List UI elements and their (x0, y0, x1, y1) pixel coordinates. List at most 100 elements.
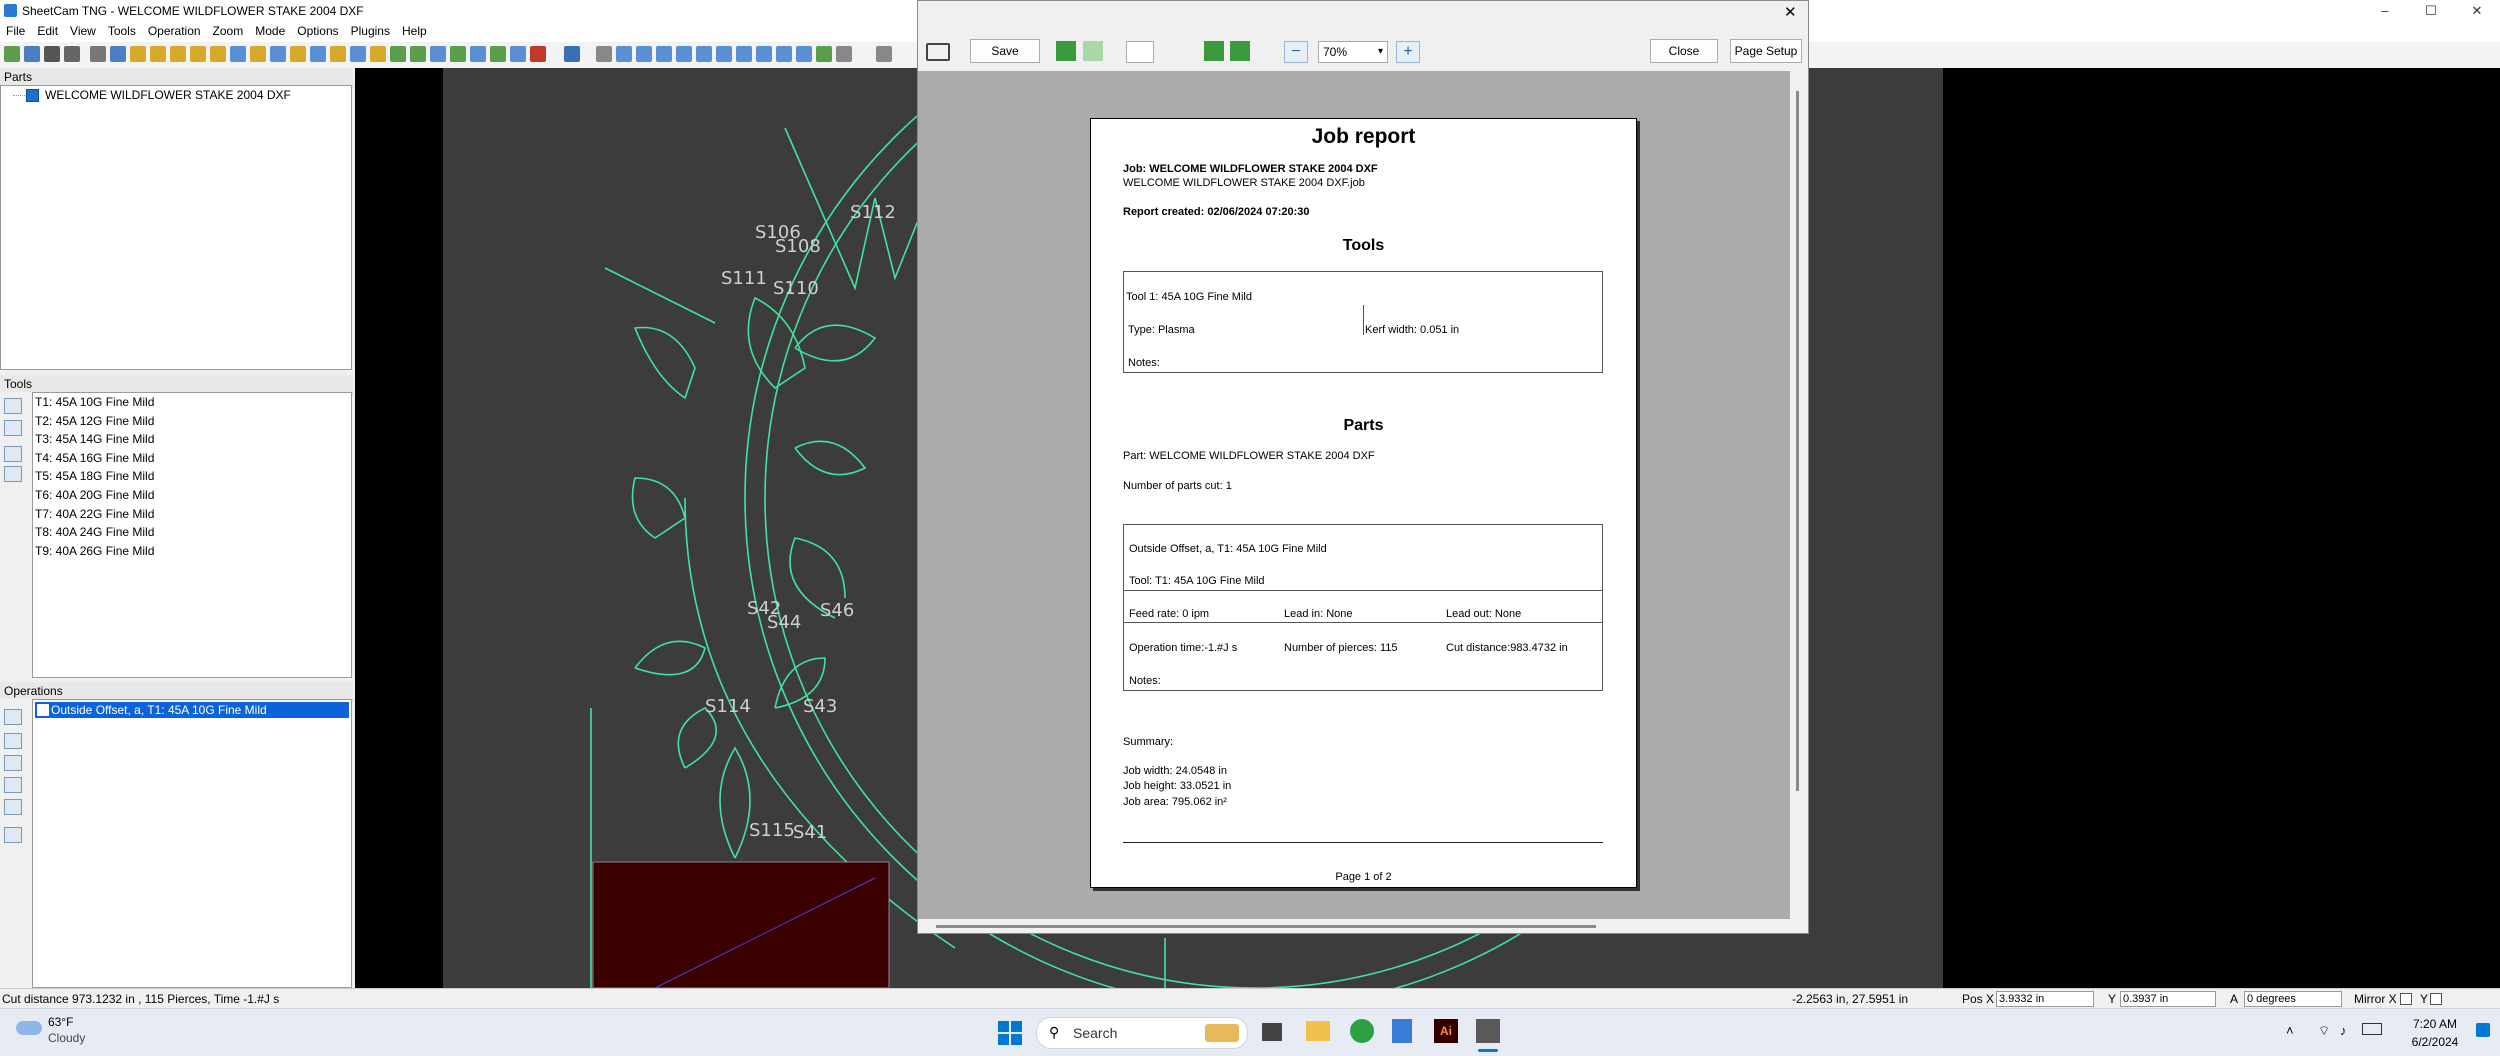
task-view-icon[interactable] (1262, 1023, 1282, 1041)
view-icon-7[interactable] (716, 46, 732, 62)
operation-checkbox[interactable] (37, 704, 49, 716)
operation-icon-9[interactable] (290, 46, 306, 62)
operation-icon-7[interactable] (250, 46, 266, 62)
add-tool-icon[interactable] (4, 398, 22, 414)
file-explorer-icon[interactable] (1306, 1021, 1330, 1041)
start-icon[interactable] (998, 1021, 1022, 1045)
view-icon-4[interactable] (656, 46, 672, 62)
menu-file[interactable]: File (0, 22, 31, 40)
operation-icon-15[interactable] (410, 46, 426, 62)
tool-item[interactable]: T2: 45A 12G Fine Mild (33, 412, 351, 431)
view-icon-10[interactable] (776, 46, 792, 62)
menu-plugins[interactable]: Plugins (345, 22, 396, 40)
edit-tool-icon[interactable] (4, 420, 22, 436)
new-icon[interactable] (4, 46, 20, 62)
menu-view[interactable]: View (64, 22, 102, 40)
operation-icon-6[interactable] (230, 46, 246, 62)
operation-icon-2[interactable] (150, 46, 166, 62)
previous-page-icon[interactable] (1083, 41, 1103, 61)
minimize-button[interactable]: – (2362, 0, 2408, 22)
view-icon-2[interactable] (616, 46, 632, 62)
tool-table-icon[interactable] (4, 446, 22, 462)
illustrator-icon[interactable]: Ai (1434, 1019, 1458, 1043)
view-icon-5[interactable] (676, 46, 692, 62)
clock-time[interactable]: 7:20 AM (2395, 1017, 2475, 1031)
operation-icon-13[interactable] (370, 46, 386, 62)
operation-icon-5[interactable] (210, 46, 226, 62)
view-icon-6[interactable] (696, 46, 712, 62)
tool-item[interactable]: T8: 40A 24G Fine Mild (33, 523, 351, 542)
operation-icon-14[interactable] (390, 46, 406, 62)
tool-item[interactable]: T1: 45A 10G Fine Mild (33, 393, 351, 412)
chevron-up-icon[interactable]: ˄ (2286, 1023, 2294, 1038)
operation-item-selected[interactable]: Outside Offset, a, T1: 45A 10G Fine Mild (35, 702, 349, 718)
operation-move-icon[interactable] (4, 799, 22, 815)
close-window-button[interactable]: ✕ (2454, 0, 2500, 22)
next-page-icon[interactable] (1204, 41, 1224, 61)
operation-icon-1[interactable] (130, 46, 146, 62)
print-icon[interactable] (64, 46, 80, 62)
mirror-y-checkbox[interactable] (2430, 993, 2442, 1005)
tool-item[interactable]: T3: 45A 14G Fine Mild (33, 430, 351, 449)
scrollbar-thumb[interactable] (1796, 91, 1799, 791)
edit-operation-icon[interactable] (4, 733, 22, 749)
view-icon-11[interactable] (796, 46, 812, 62)
page-number-input[interactable] (1126, 41, 1154, 63)
chrome-icon[interactable] (1350, 1019, 1374, 1043)
menu-options[interactable]: Options (291, 22, 344, 40)
tool-item[interactable]: T6: 40A 20G Fine Mild (33, 486, 351, 505)
print-icon[interactable] (926, 43, 950, 61)
operation-icon-10[interactable] (310, 46, 326, 62)
clock-date[interactable]: 6/2/2024 (2395, 1035, 2475, 1049)
operation-icon-4[interactable] (190, 46, 206, 62)
weather-temp[interactable]: 63°F (48, 1015, 73, 1029)
pos-x-input[interactable]: 3.9332 in (1996, 991, 2094, 1007)
pos-y-input[interactable]: 0.3937 in (2120, 991, 2216, 1007)
menu-edit[interactable]: Edit (31, 22, 64, 40)
taskbar-search[interactable]: ⚲ Search (1036, 1017, 1248, 1049)
calculator-icon[interactable] (90, 46, 106, 62)
calculator-icon[interactable] (1392, 1019, 1412, 1043)
view-icon-9[interactable] (756, 46, 772, 62)
part-checkbox[interactable] (26, 89, 39, 102)
view-icon-13[interactable] (836, 46, 852, 62)
operation-icon-16[interactable] (430, 46, 446, 62)
menu-help[interactable]: Help (396, 22, 433, 40)
tool-item[interactable]: T5: 45A 18G Fine Mild (33, 467, 351, 486)
h-scrollbar-thumb[interactable] (936, 925, 1596, 928)
close-button[interactable]: Close (1650, 39, 1718, 63)
horizontal-scrollbar[interactable] (918, 919, 1790, 933)
view-icon-1[interactable] (596, 46, 612, 62)
operation-icon-19[interactable] (490, 46, 506, 62)
mirror-x-checkbox[interactable] (2400, 993, 2412, 1005)
save-icon[interactable] (44, 46, 60, 62)
operation-table-icon[interactable] (4, 827, 22, 843)
zoom-icon[interactable] (876, 46, 892, 62)
wifi-icon[interactable]: ⌔ (2318, 1023, 2330, 1039)
zoom-select[interactable]: 70% ▾ (1318, 41, 1388, 63)
part-item[interactable]: WELCOME WILDFLOWER STAKE 2004 DXF (1, 86, 351, 104)
first-page-icon[interactable] (1056, 41, 1076, 61)
operation-icon-8[interactable] (270, 46, 286, 62)
view-icon-12[interactable] (816, 46, 832, 62)
post-process-icon[interactable] (110, 46, 126, 62)
menu-zoom[interactable]: Zoom (207, 22, 250, 40)
maximize-button[interactable]: ☐ (2408, 0, 2454, 22)
operation-icon-12[interactable] (350, 46, 366, 62)
save-button[interactable]: Save (970, 39, 1040, 63)
menu-mode[interactable]: Mode (249, 22, 291, 40)
operation-icon-11[interactable] (330, 46, 346, 62)
undo-icon[interactable] (564, 46, 580, 62)
tool-item[interactable]: T7: 40A 22G Fine Mild (33, 505, 351, 524)
view-icon-3[interactable] (636, 46, 652, 62)
view-icon-8[interactable] (736, 46, 752, 62)
delete-icon[interactable] (530, 46, 546, 62)
vertical-scrollbar[interactable] (1790, 71, 1806, 919)
open-icon[interactable] (24, 46, 40, 62)
zoom-out-button[interactable]: − (1284, 41, 1308, 63)
sheetcam-icon[interactable] (1476, 1019, 1500, 1043)
dialog-close-icon[interactable]: ✕ (1784, 3, 1797, 21)
operation-order-icon[interactable] (4, 777, 22, 793)
operation-icon-20[interactable] (510, 46, 526, 62)
page-setup-button[interactable]: Page Setup (1730, 39, 1802, 63)
